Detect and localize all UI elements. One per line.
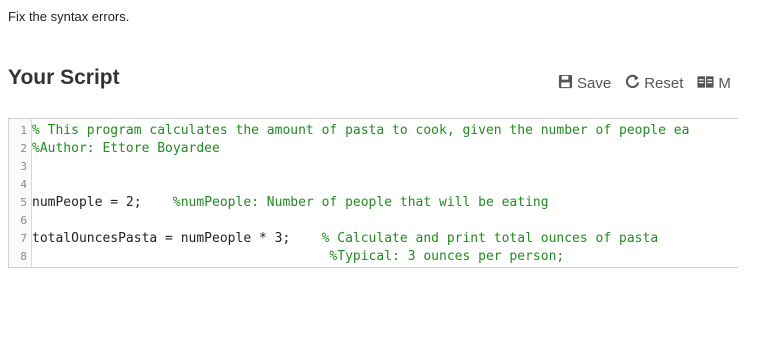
save-icon [558, 74, 577, 93]
code-line[interactable]: 6 [9, 212, 738, 230]
toolbar: Save Reset M [558, 74, 738, 93]
script-header: Your Script Save Reset M [8, 64, 738, 96]
save-button[interactable]: Save [558, 74, 611, 93]
code-comment: % This program calculates the amount of … [32, 123, 690, 138]
code-text[interactable]: totalOuncesPasta = numPeople * 3; % Calc… [31, 230, 658, 248]
book-icon [697, 75, 718, 93]
code-comment: %Author: Ettore Boyardee [32, 141, 220, 156]
code-text[interactable]: %Author: Ettore Boyardee [31, 140, 220, 158]
code-text[interactable] [31, 212, 32, 230]
reference-button[interactable]: M [697, 75, 731, 93]
code-line[interactable]: 7 totalOuncesPasta = numPeople * 3; % Ca… [9, 230, 738, 248]
code-comment: %numPeople: Number of people that will b… [172, 195, 549, 210]
line-number: 3 [20, 160, 27, 173]
code-line[interactable]: 8 %Typical: 3 ounces per person; [9, 248, 738, 266]
code-text[interactable]: numPeople = 2; %numPeople: Number of peo… [31, 194, 549, 212]
code-line[interactable]: 4 [9, 176, 738, 194]
code-line[interactable]: 3 [9, 158, 738, 176]
line-number: 8 [20, 250, 27, 263]
save-label: Save [577, 75, 612, 92]
code-text[interactable] [31, 176, 32, 194]
code-line[interactable]: 1 % This program calculates the amount o… [9, 122, 738, 140]
code-comment: %Typical: 3 ounces per person; [329, 249, 565, 264]
code-text[interactable]: %Typical: 3 ounces per person; [31, 248, 564, 266]
reset-button[interactable]: Reset [625, 74, 683, 93]
code-text[interactable]: % This program calculates the amount of … [31, 122, 689, 140]
code-statement: numPeople = 2; [32, 195, 173, 210]
line-number: 2 [20, 142, 27, 155]
code-line[interactable]: 2 %Author: Ettore Boyardee [9, 140, 738, 158]
code-line[interactable]: 5 numPeople = 2; %numPeople: Number of p… [9, 194, 738, 212]
line-number: 4 [20, 178, 27, 191]
line-number: 7 [20, 232, 27, 245]
code-statement: totalOuncesPasta = numPeople * 3; [32, 231, 322, 246]
section-title: Your Script [8, 66, 120, 89]
line-number: 6 [20, 214, 27, 227]
code-comment: % Calculate and print total ounces of pa… [321, 231, 659, 246]
code-editor[interactable]: 1 % This program calculates the amount o… [8, 118, 738, 268]
line-number: 5 [20, 196, 27, 209]
code-text[interactable] [31, 158, 32, 176]
reset-label: Reset [644, 75, 684, 92]
instruction-text: Fix the syntax errors. [8, 9, 130, 24]
code-statement [32, 249, 329, 264]
code-lines[interactable]: 1 % This program calculates the amount o… [9, 122, 738, 266]
reset-icon [625, 74, 644, 93]
line-number: 1 [20, 124, 27, 137]
reference-label: M [718, 75, 731, 92]
